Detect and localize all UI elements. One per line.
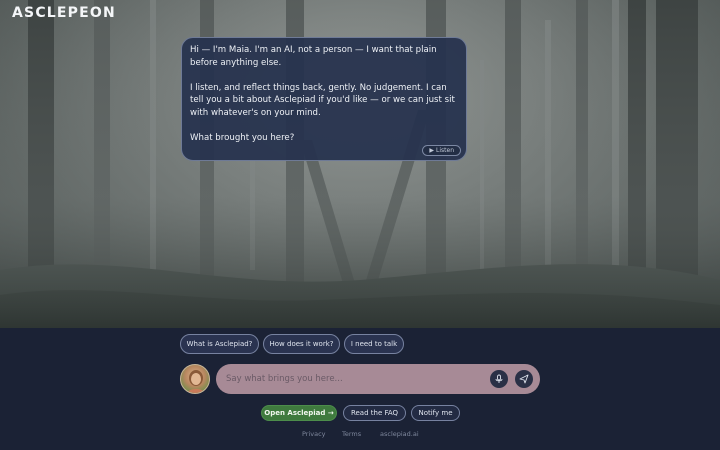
assistant-message-bubble: Hi — I'm Maia. I'm an AI, not a person —… [181, 37, 467, 161]
message-input[interactable] [226, 371, 476, 387]
open-asclepiad-button[interactable]: Open Asclepiad → [261, 405, 337, 421]
read-faq-button[interactable]: Read the FAQ [343, 405, 406, 421]
footer-domain-link[interactable]: asclepiad.ai [380, 430, 419, 438]
message-paragraph: What brought you here? [190, 133, 295, 144]
notify-me-button[interactable]: Notify me [411, 405, 460, 421]
play-icon: ▶ [429, 147, 435, 154]
footer-terms-link[interactable]: Terms [342, 430, 361, 438]
message-paragraph: I listen, and reflect things back, gentl… [190, 82, 455, 118]
listen-button[interactable]: ▶ Listen [422, 145, 461, 156]
footer-privacy-link[interactable]: Privacy [302, 430, 326, 438]
assistant-avatar [180, 364, 210, 394]
suggestion-chip[interactable]: What is Asclepiad? [180, 334, 259, 354]
send-button[interactable] [515, 370, 533, 388]
suggestion-chip[interactable]: How does it work? [263, 334, 340, 354]
suggestion-chip[interactable]: I need to talk [344, 334, 404, 354]
listen-label: Listen [436, 147, 454, 154]
brand-logo[interactable]: ASCLEPEON [12, 5, 116, 21]
voice-input-button[interactable] [490, 370, 508, 388]
microphone-icon [495, 374, 503, 383]
send-icon [519, 374, 529, 384]
message-composer [216, 364, 540, 394]
message-paragraph: Hi — I'm Maia. I'm an AI, not a person —… [190, 45, 437, 68]
